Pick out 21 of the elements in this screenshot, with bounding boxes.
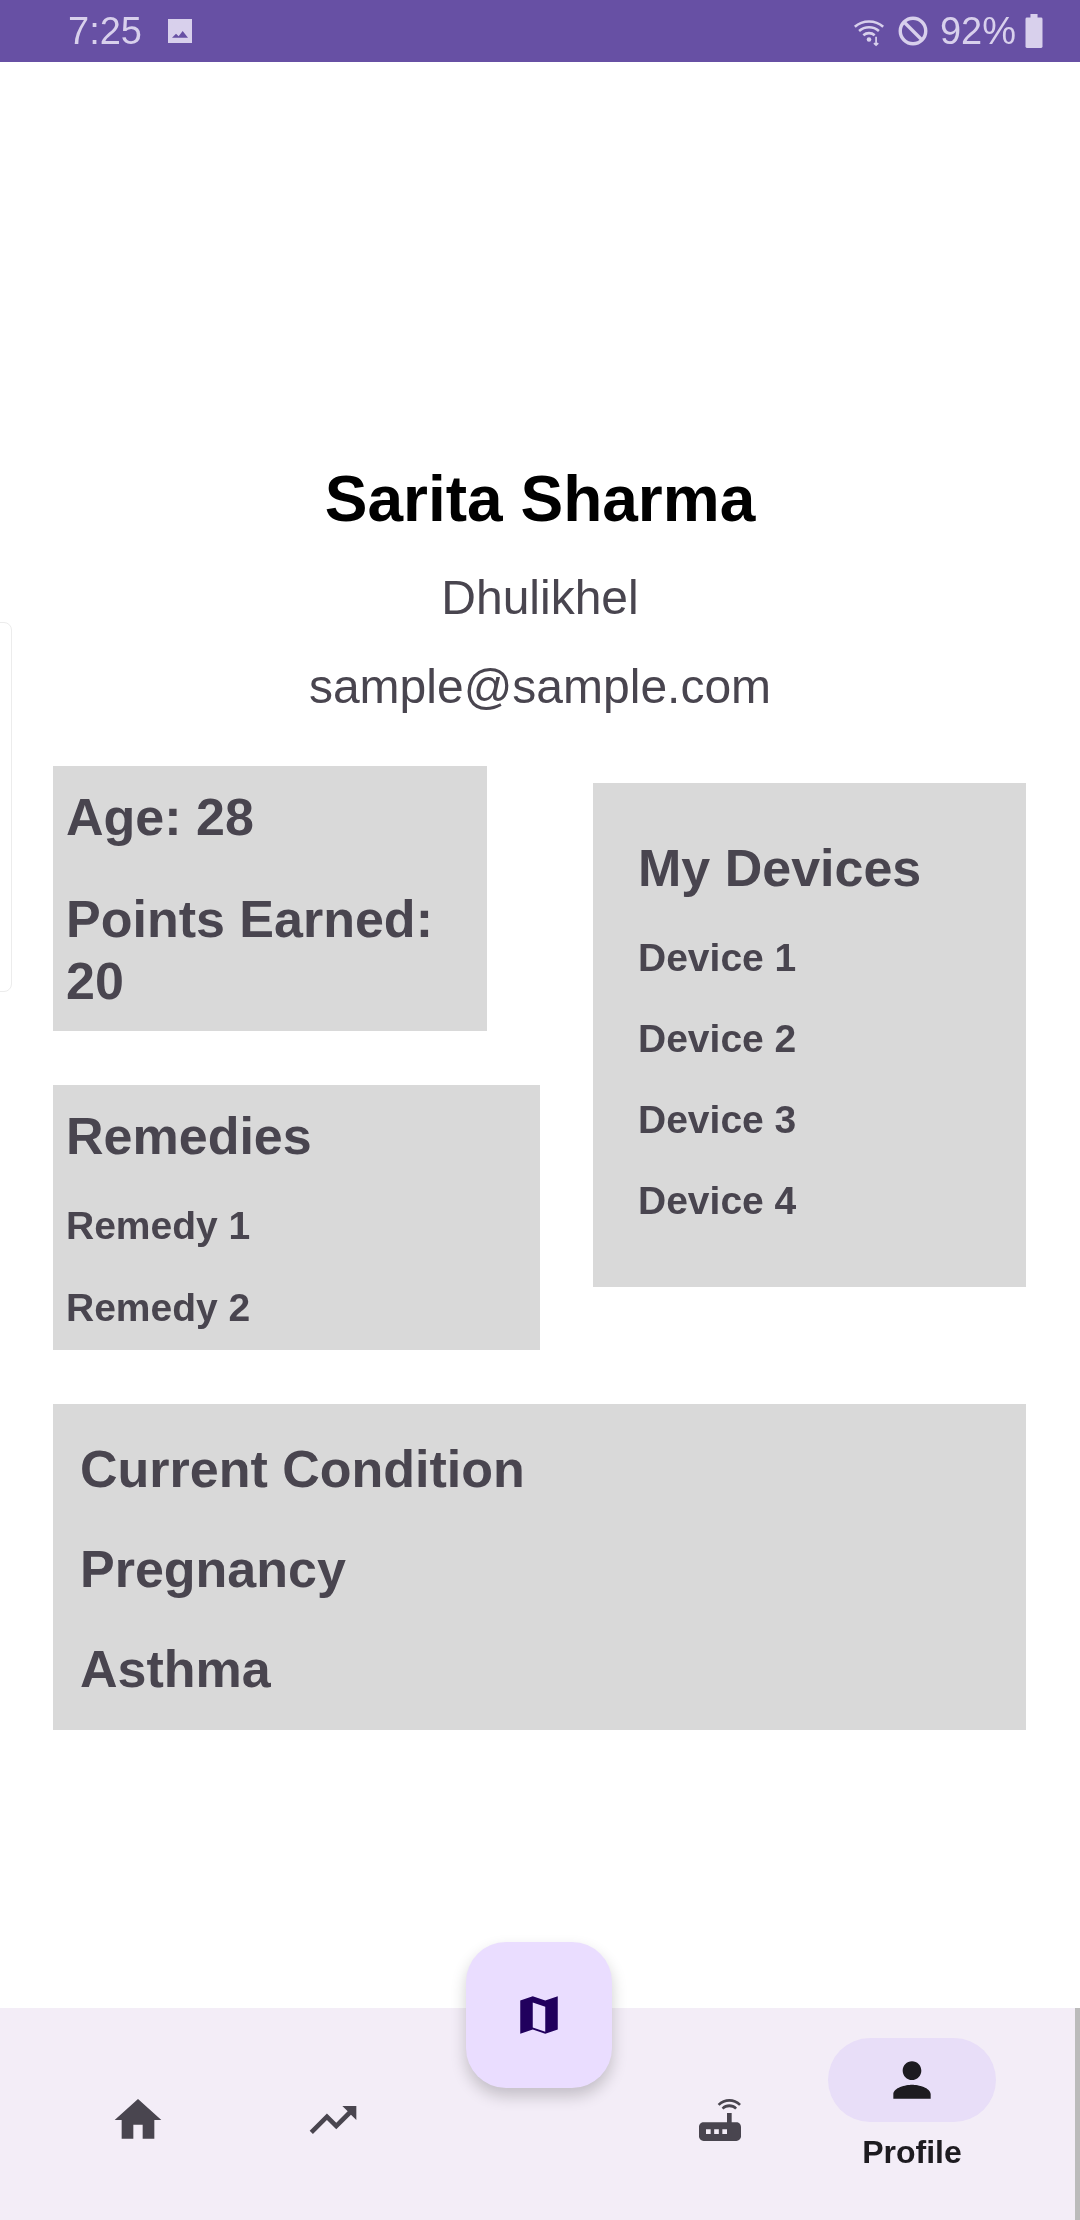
points-text: Points Earned: 20 xyxy=(66,888,434,1013)
status-time: 7:25 xyxy=(68,9,142,53)
map-button[interactable] xyxy=(466,1942,612,2088)
device-item: Device 1 xyxy=(638,935,798,980)
remedies-title: Remedies xyxy=(66,1106,313,1167)
nav-label: Profile xyxy=(862,2134,962,2171)
remedy-item: Remedy 1 xyxy=(66,1204,252,1249)
device-item: Device 3 xyxy=(638,1097,798,1142)
device-item: Device 4 xyxy=(638,1178,798,1223)
remedy-item: Remedy 2 xyxy=(66,1286,252,1331)
condition-item: Pregnancy xyxy=(80,1540,347,1600)
profile-email: sample@sample.com xyxy=(308,659,772,714)
condition-title: Current Condition xyxy=(80,1440,526,1501)
devices-title: My Devices xyxy=(638,839,923,899)
battery-percentage: 92% xyxy=(939,9,1016,53)
device-item: Device 2 xyxy=(638,1016,798,1061)
profile-location: Dhulikhel xyxy=(441,570,639,625)
battery-icon xyxy=(1024,14,1044,48)
profile-name: Sarita Sharma xyxy=(324,462,756,536)
age-text: Age: 28 xyxy=(66,788,255,848)
condition-item: Asthma xyxy=(80,1639,272,1700)
